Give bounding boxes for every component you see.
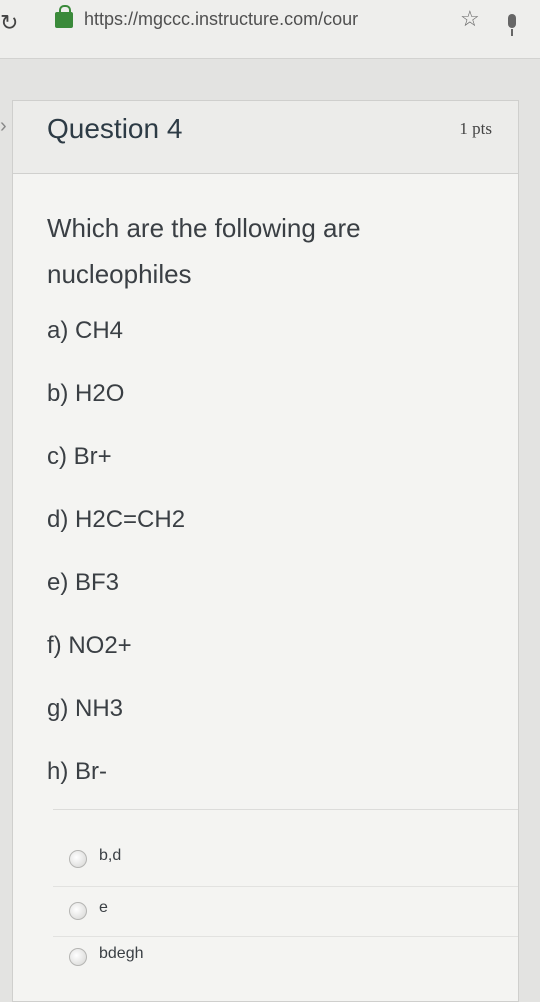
question-option: c) Br+ [47, 443, 112, 470]
radio-button[interactable] [69, 850, 87, 868]
question-card: Question 4 1 pts Which are the following… [12, 100, 519, 1002]
browser-toolbar: ↻ https://mgccc.instructure.com/cour ☆ [0, 0, 540, 59]
radio-button[interactable] [69, 948, 87, 966]
answer-choice-2[interactable]: e [69, 898, 509, 928]
microphone-icon[interactable] [508, 14, 516, 36]
question-text: Which are the following are nucleophiles [47, 213, 361, 289]
answer-label[interactable]: b,d [99, 847, 121, 865]
question-option: d) H2C=CH2 [47, 506, 186, 533]
answer-choice-1[interactable]: b,d [69, 846, 509, 876]
address-bar[interactable]: https://mgccc.instructure.com/cour [84, 9, 448, 30]
lock-icon[interactable] [55, 5, 73, 28]
question-option: a) CH4 [47, 317, 124, 344]
question-header: Question 4 1 pts [13, 101, 518, 174]
chevron-right-icon[interactable]: › [0, 115, 7, 138]
question-points: 1 pts [459, 119, 492, 138]
answer-separator [53, 936, 518, 937]
question-option: h) Br- [47, 758, 107, 785]
answer-label[interactable]: e [99, 899, 108, 917]
answer-separator [53, 886, 518, 887]
bookmark-star-icon[interactable]: ☆ [460, 6, 480, 32]
reload-icon[interactable]: ↻ [0, 10, 18, 36]
question-option-list: a) CH4 b) H2O c) Br+ d) H2C=CH2 e) BF3 f… [47, 317, 185, 821]
radio-button[interactable] [69, 902, 87, 920]
question-title: Question 4 [47, 113, 183, 144]
question-option: b) H2O [47, 380, 125, 407]
question-option: f) NO2+ [47, 632, 132, 659]
question-option: e) BF3 [47, 569, 120, 596]
answer-label[interactable]: bdegh [99, 945, 144, 963]
question-option: g) NH3 [47, 695, 124, 722]
answers-divider [53, 809, 518, 810]
answer-choice-3[interactable]: bdegh [69, 944, 509, 974]
